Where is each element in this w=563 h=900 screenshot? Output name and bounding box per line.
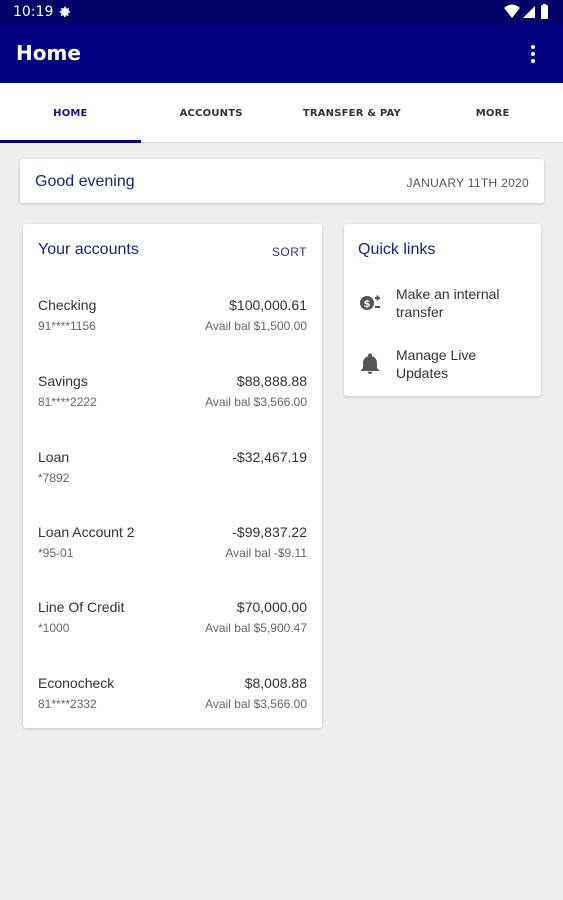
greeting-card: Good evening JANUARY 11TH 2020 bbox=[20, 159, 544, 203]
battery-icon bbox=[541, 5, 548, 19]
account-balance: $100,000.61 bbox=[229, 297, 307, 313]
account-available-balance: Avail bal $3,566.00 bbox=[205, 697, 307, 711]
account-row[interactable]: Line Of Credit *1000 $70,000.00 Avail ba… bbox=[23, 599, 322, 657]
quick-link-internal-transfer[interactable]: $ Make an internal transfer bbox=[344, 285, 541, 329]
account-row[interactable]: Savings 81****2222 $88,888.88 Avail bal … bbox=[23, 373, 322, 431]
account-row[interactable]: Checking 91****1156 $100,000.61 Avail ba… bbox=[23, 297, 322, 355]
account-name: Loan Account 2 bbox=[38, 524, 135, 540]
account-number: 91****1156 bbox=[38, 319, 96, 333]
transfer-money-icon: $ bbox=[360, 295, 380, 310]
quick-link-label: Make an internal transfer bbox=[396, 286, 500, 320]
account-available-balance: Avail bal $1,500.00 bbox=[205, 319, 307, 333]
signal-icon bbox=[523, 6, 535, 18]
account-row[interactable]: Loan Account 2 *95-01 -$99,837.22 Avail … bbox=[23, 524, 322, 582]
svg-text:$: $ bbox=[364, 299, 371, 310]
account-name: Loan bbox=[38, 449, 70, 465]
tab-home[interactable]: HOME bbox=[0, 83, 141, 143]
account-available-balance: Avail bal -$9.11 bbox=[225, 546, 307, 560]
account-balance: -$32,467.19 bbox=[232, 449, 307, 465]
greeting-text: Good evening bbox=[35, 173, 135, 190]
tab-transfer-pay[interactable]: TRANSFER & PAY bbox=[282, 83, 423, 143]
account-name: Econocheck bbox=[38, 675, 115, 691]
app-bar: Home bbox=[0, 24, 563, 83]
accounts-card: Your accounts SORT Checking 91****1156 $… bbox=[23, 224, 322, 728]
wifi-icon bbox=[504, 4, 520, 18]
account-balance: $8,008.88 bbox=[244, 675, 307, 691]
quick-link-label: Manage Live Updates bbox=[396, 347, 477, 381]
account-number: *95-01 bbox=[38, 546, 74, 560]
status-icons bbox=[504, 4, 548, 19]
account-name: Checking bbox=[38, 297, 97, 313]
sort-button[interactable]: SORT bbox=[272, 245, 307, 259]
settings-gear-icon bbox=[59, 6, 71, 18]
account-number: 81****2222 bbox=[38, 395, 97, 409]
overflow-menu-icon[interactable] bbox=[521, 42, 545, 66]
account-available-balance: Avail bal $5,900.47 bbox=[205, 621, 307, 635]
quick-links-title: Quick links bbox=[358, 241, 436, 258]
quick-links-card: Quick links $ Make an internal transfer … bbox=[344, 224, 541, 396]
page-title: Home bbox=[16, 41, 81, 65]
account-balance: $70,000.00 bbox=[236, 599, 307, 615]
tab-accounts[interactable]: ACCOUNTS bbox=[141, 83, 282, 143]
account-row[interactable]: Loan *7892 -$32,467.19 bbox=[23, 449, 322, 507]
account-number: 81****2332 bbox=[38, 697, 97, 711]
greeting-date: JANUARY 11TH 2020 bbox=[406, 176, 529, 190]
tab-more[interactable]: MORE bbox=[422, 83, 563, 143]
account-balance: -$99,837.22 bbox=[232, 524, 307, 540]
bell-icon bbox=[361, 353, 379, 374]
account-row[interactable]: Econocheck 81****2332 $8,008.88 Avail ba… bbox=[23, 675, 322, 733]
status-bar: 10:19 bbox=[0, 0, 563, 24]
account-number: *7892 bbox=[38, 471, 70, 485]
account-available-balance: Avail bal $3,566.00 bbox=[205, 395, 307, 409]
account-name: Line Of Credit bbox=[38, 599, 125, 615]
tab-bar: HOME ACCOUNTS TRANSFER & PAY MORE bbox=[0, 83, 563, 143]
account-number: *1000 bbox=[38, 621, 70, 635]
account-balance: $88,888.88 bbox=[236, 373, 307, 389]
active-tab-indicator bbox=[0, 140, 141, 143]
status-time: 10:19 bbox=[13, 4, 54, 20]
accounts-title: Your accounts bbox=[38, 241, 139, 258]
account-name: Savings bbox=[38, 373, 88, 389]
quick-link-live-updates[interactable]: Manage Live Updates bbox=[344, 346, 541, 390]
